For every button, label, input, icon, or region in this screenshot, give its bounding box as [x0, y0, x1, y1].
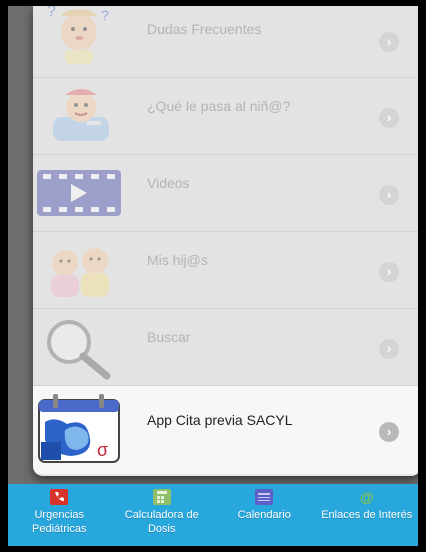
video-film-icon: [35, 160, 123, 226]
sick-baby-icon: [35, 83, 123, 149]
menu-item-label: Mis hij@s: [147, 252, 208, 268]
menu-item-label: ¿Qué le pasa al niñ@?: [147, 98, 291, 114]
menu-item-app-cita-previa[interactable]: σ App Cita previa SACYL ›: [33, 386, 418, 474]
phone-icon: [50, 489, 69, 505]
svg-text:σ: σ: [97, 440, 108, 460]
menu-item-mis-hijos[interactable]: Mis hij@s ›: [33, 232, 418, 309]
menu-item-videos[interactable]: Videos ›: [33, 155, 418, 232]
chevron-right-icon: ›: [379, 32, 399, 52]
baby-thinking-icon: ? ?: [35, 6, 123, 68]
chevron-right-icon: ›: [379, 339, 399, 359]
calendar-icon: [255, 489, 274, 505]
chevron-right-icon: ›: [379, 422, 399, 442]
calendar-appointment-icon: σ: [35, 394, 123, 463]
tab-calendario[interactable]: Calendario: [213, 484, 316, 546]
menu-panel: ? ? Dudas Frecuentes › ¿Qué le pasa al n…: [33, 6, 418, 476]
menu-item-label: App Cita previa SACYL: [147, 412, 293, 428]
chevron-right-icon: ›: [379, 262, 399, 282]
children-icon: [35, 237, 123, 303]
svg-text:?: ?: [101, 7, 109, 23]
app-screen: ? ? Dudas Frecuentes › ¿Qué le pasa al n…: [8, 6, 418, 546]
tab-label: Urgencias Pediátricas: [32, 509, 87, 535]
menu-item-label: Videos: [147, 175, 190, 191]
menu-item-buscar[interactable]: Buscar ›: [33, 309, 418, 386]
menu-item-que-le-pasa[interactable]: ¿Qué le pasa al niñ@? ›: [33, 78, 418, 155]
magnifier-icon: [35, 314, 123, 380]
tab-calculadora-de-dosis[interactable]: Calculadora de Dosis: [111, 484, 214, 546]
at-icon: @: [359, 489, 374, 505]
chevron-right-icon: ›: [379, 185, 399, 205]
calculator-icon: [152, 489, 171, 505]
tab-enlaces-de-interes[interactable]: @ Enlaces de Interés: [316, 484, 419, 546]
tab-label: Calendario: [237, 509, 291, 521]
tab-urgencias-pediatricas[interactable]: Urgencias Pediátricas: [8, 484, 111, 546]
menu-item-dudas-frecuentes[interactable]: ? ? Dudas Frecuentes ›: [33, 6, 418, 78]
chevron-right-icon: ›: [379, 108, 399, 128]
tab-label: Calculadora de Dosis: [124, 509, 199, 535]
menu-item-label: Buscar: [147, 329, 191, 345]
tab-label: Enlaces de Interés: [321, 509, 413, 521]
menu-item-label: Dudas Frecuentes: [147, 21, 262, 37]
svg-text:?: ?: [47, 6, 56, 20]
bottom-tab-bar: Urgencias Pediátricas Calculadora de Dos…: [8, 484, 418, 546]
